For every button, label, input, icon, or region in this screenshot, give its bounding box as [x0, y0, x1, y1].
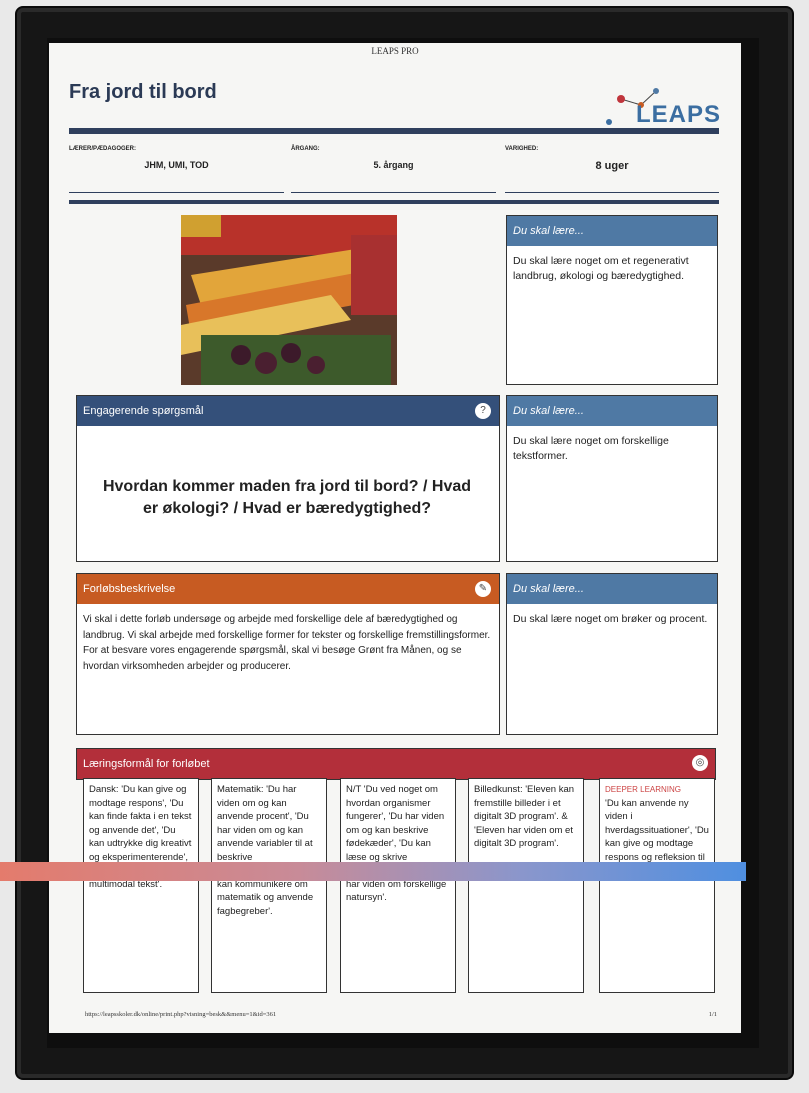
description-title: Forløbsbeskrivelse: [77, 574, 499, 604]
teacher-label: LÆRER/PÆDAGOGER:: [69, 146, 137, 152]
goal-column-nt: N/T 'Du ved noget om hvordan organismer …: [340, 778, 456, 993]
duration-cell: VARIGHED: 8 uger: [505, 146, 719, 193]
engaging-question-box: Engagerende spørgsmål ? Hvordan kommer m…: [76, 395, 500, 562]
year-label: ÅRGANG:: [291, 146, 320, 152]
meta-divider: [69, 200, 719, 204]
goal-column-dansk: Dansk: 'Du kan give og modtage respons',…: [83, 778, 199, 993]
target-icon: ◎: [692, 755, 708, 771]
header-divider: [69, 128, 719, 134]
question-icon: ?: [475, 403, 491, 419]
duration-value: 8 uger: [595, 160, 629, 172]
pencil-icon: ✎: [475, 581, 491, 597]
deeper-learning-title: DEEPER LEARNING: [605, 785, 682, 794]
goal-column-deeper-learning: DEEPER LEARNING 'Du kan anvende ny viden…: [599, 778, 715, 993]
learn-box-1: Du skal lære... Du skal lære noget om et…: [506, 215, 718, 385]
engaging-title: Engagerende spørgsmål: [77, 396, 499, 426]
meta-row: LÆRER/PÆDAGOGER: JHM, UMI, TOD ÅRGANG: 5…: [69, 146, 719, 193]
leaps-logo: LEAPS: [601, 79, 721, 129]
learn-box-2-title: Du skal lære...: [507, 396, 717, 426]
logo-text: LEAPS: [635, 101, 721, 128]
year-cell: ÅRGANG: 5. årgang: [291, 146, 496, 193]
description-box: Forløbsbeskrivelse ✎ Vi skal i dette for…: [76, 573, 500, 735]
description-text: Vi skal i dette forløb undersøge og arbe…: [83, 614, 491, 672]
vegetable-photo: [181, 215, 397, 385]
learn-box-1-title: Du skal lære...: [507, 216, 717, 246]
learn-box-3-title: Du skal lære...: [507, 574, 717, 604]
header-top-text: LEAPS PRO: [371, 46, 419, 56]
year-value: 5. årgang: [373, 160, 414, 170]
learn-box-3: Du skal lære... Du skal lære noget om br…: [506, 573, 718, 735]
goals-title: Læringsformål for forløbet: [76, 748, 716, 780]
learn-box-2-text: Du skal lære noget om forskellige tekstf…: [513, 435, 669, 462]
learn-box-1-text: Du skal lære noget om et regenerativt la…: [513, 255, 689, 282]
page-title: Fra jord til bord: [69, 81, 217, 103]
teacher-value: JHM, UMI, TOD: [144, 160, 209, 170]
teacher-cell: LÆRER/PÆDAGOGER: JHM, UMI, TOD: [69, 146, 284, 193]
learn-box-3-text: Du skal lære noget om brøker og procent.: [513, 613, 708, 625]
footer-url: https://leapsskoler.dk/online/print.php?…: [85, 1011, 277, 1018]
footer-page-number: 1/1: [708, 1011, 717, 1018]
gradient-overlay-bar: [0, 862, 746, 881]
printed-page: LEAPS PRO Fra jord til bord LEAPS LÆRER/…: [49, 43, 741, 1033]
duration-label: VARIGHED:: [505, 146, 539, 152]
goal-column-billedkunst: Billedkunst: 'Eleven kan fremstille bill…: [468, 778, 584, 993]
learn-box-2: Du skal lære... Du skal lære noget om fo…: [506, 395, 718, 562]
goal-column-matematik: Matematik: 'Du har viden om og kan anven…: [211, 778, 327, 993]
engaging-question: Hvordan kommer maden fra jord til bord? …: [102, 478, 472, 517]
